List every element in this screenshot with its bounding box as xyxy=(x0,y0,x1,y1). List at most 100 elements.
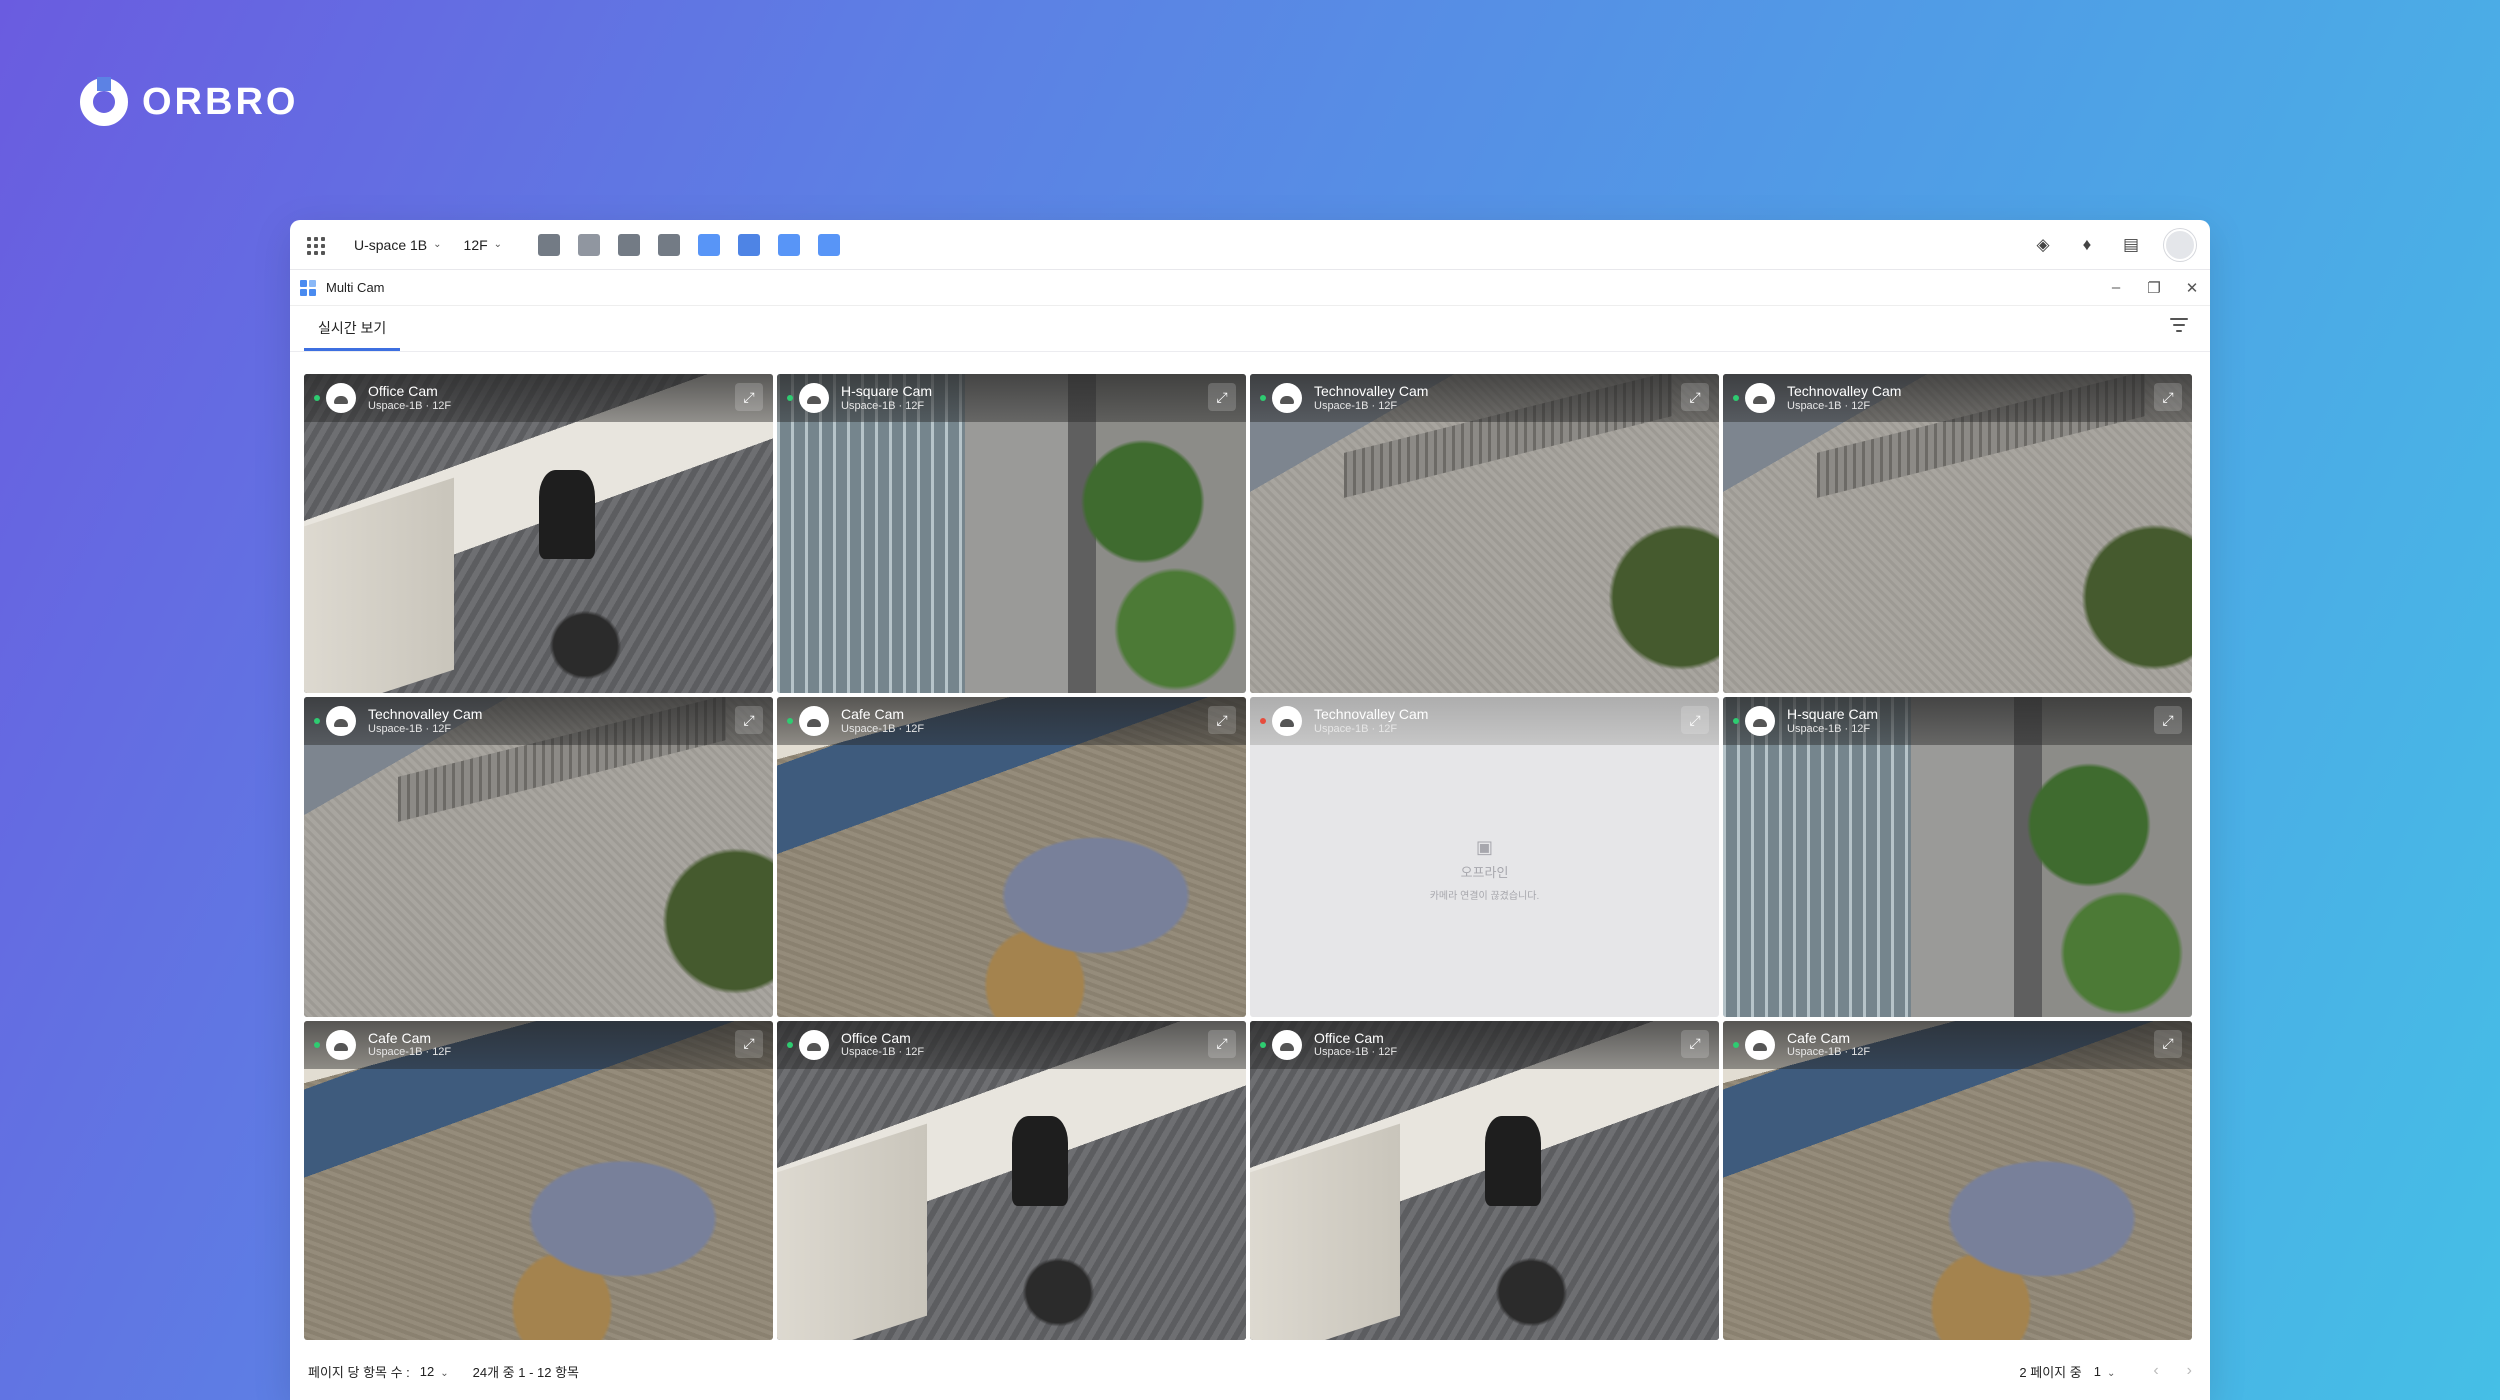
camera-header: Cafe Cam Uspace-1B · 12F ⤢ xyxy=(777,697,1246,746)
camera-location: Uspace-1B · 12F xyxy=(1787,399,1871,412)
status-dot xyxy=(1733,718,1739,725)
space-selector[interactable]: U-space 1B ⌄ xyxy=(354,237,442,253)
camera-tile[interactable]: Office Cam Uspace-1B · 12F ⤢ xyxy=(304,374,773,694)
camera-icon xyxy=(799,1029,829,1060)
expand-icon[interactable]: ⤢ xyxy=(2154,1029,2182,1058)
app-grid-icon[interactable] xyxy=(304,234,326,256)
status-dot xyxy=(1260,395,1266,401)
expand-icon[interactable]: ⤢ xyxy=(1208,1029,1236,1058)
camera-tile[interactable]: ▣ 오프라인 카메라 연결이 끊겼습니다. Technovalley Cam Uspac… xyxy=(1250,697,1719,1017)
chevron-down-icon: ⌄ xyxy=(493,239,503,250)
expand-icon[interactable]: ⤢ xyxy=(2154,706,2182,735)
panel-title: Multi Cam xyxy=(326,280,385,295)
status-dot xyxy=(314,718,320,725)
camera-header: H-square Cam Uspace-1B · 12F ⤢ xyxy=(1723,697,2192,746)
camera-icon xyxy=(1745,1029,1775,1060)
per-page-select[interactable]: 12 ⌄ xyxy=(420,1364,449,1379)
camera-tile[interactable]: Cafe Cam Uspace-1B · 12F ⤢ xyxy=(304,1020,773,1340)
tool-icon-group xyxy=(538,233,841,256)
camera-location: Uspace-1B · 12F xyxy=(368,399,452,412)
camera-location: Uspace-1B · 12F xyxy=(1314,723,1398,736)
camera-header: Office Cam Uspace-1B · 12F ⤢ xyxy=(1250,1020,1719,1069)
prev-page-icon[interactable]: ‹ xyxy=(2153,1362,2158,1380)
floor-selector-label: 12F xyxy=(463,236,488,253)
camera-header: Office Cam Uspace-1B · 12F ⤢ xyxy=(777,1020,1246,1069)
top-toolbar: U-space 1B ⌄ 12F ⌄ ◈ ♦ ▤ xyxy=(290,220,2210,270)
camera-tile[interactable]: Cafe Cam Uspace-1B · 12F ⤢ xyxy=(1723,1020,2192,1340)
pagination-footer: 페이지 당 항목 수 : 12 ⌄ 24개 중 1 - 12 항목 2 페이지 중… xyxy=(290,1342,2210,1400)
camera-name: Technovalley Cam xyxy=(1314,383,1429,399)
camera-name: H-square Cam xyxy=(841,383,933,399)
camera-location: Uspace-1B · 12F xyxy=(1787,1046,1871,1059)
floor-selector[interactable]: 12F ⌄ xyxy=(464,237,503,253)
camera-tile[interactable]: Office Cam Uspace-1B · 12F ⤢ xyxy=(777,1020,1246,1340)
close-icon[interactable]: ✕ xyxy=(2184,279,2200,297)
camera-name: Cafe Cam xyxy=(841,706,905,723)
camera-tile[interactable]: H-square Cam Uspace-1B · 12F ⤢ xyxy=(777,374,1246,694)
expand-icon[interactable]: ⤢ xyxy=(735,383,763,411)
status-dot xyxy=(1733,395,1739,401)
expand-icon[interactable]: ⤢ xyxy=(1681,706,1709,735)
camera-name: Office Cam xyxy=(1314,1029,1384,1046)
camera-header: Technovalley Cam Uspace-1B · 12F ⤢ xyxy=(1250,697,1719,746)
camera-header: Office Cam Uspace-1B · 12F ⤢ xyxy=(304,374,773,422)
camera-header: Cafe Cam Uspace-1B · 12F ⤢ xyxy=(1723,1020,2192,1069)
camera-icon xyxy=(1272,383,1302,413)
minimize-icon[interactable]: – xyxy=(2108,279,2124,296)
layers-icon[interactable]: ◈ xyxy=(2032,234,2054,256)
camera-tile[interactable]: Technovalley Cam Uspace-1B · 12F ⤢ xyxy=(1723,374,2192,694)
camera-location: Uspace-1B · 12F xyxy=(368,723,452,736)
expand-icon[interactable]: ⤢ xyxy=(1208,383,1236,411)
filter-icon[interactable] xyxy=(2170,318,2188,332)
current-page: 1 xyxy=(2093,1363,2101,1379)
expand-icon[interactable]: ⤢ xyxy=(1681,1029,1709,1058)
camera-header: Cafe Cam Uspace-1B · 12F ⤢ xyxy=(304,1020,773,1069)
brand-name: ORBRO xyxy=(142,80,299,123)
settings-icon[interactable] xyxy=(658,233,681,256)
cube-icon[interactable] xyxy=(578,233,601,256)
expand-icon[interactable]: ⤢ xyxy=(1208,706,1236,735)
per-page-label: 페이지 당 항목 수 : xyxy=(308,1364,410,1380)
multicam-icon[interactable] xyxy=(818,233,841,256)
chevron-down-icon: ⌄ xyxy=(433,239,442,250)
analytics-icon[interactable] xyxy=(698,233,721,256)
camera-location: Uspace-1B · 12F xyxy=(1787,723,1871,736)
next-page-icon[interactable]: › xyxy=(2187,1362,2192,1380)
bell-icon[interactable]: ♦ xyxy=(2076,234,2098,256)
layers-icon[interactable] xyxy=(738,233,761,256)
status-dot xyxy=(1260,718,1266,725)
camera-tile[interactable]: Technovalley Cam Uspace-1B · 12F ⤢ xyxy=(1250,374,1719,694)
camera-location: Uspace-1B · 12F xyxy=(841,723,925,736)
camera-tile[interactable]: Cafe Cam Uspace-1B · 12F ⤢ xyxy=(777,697,1246,1017)
camera-name: Office Cam xyxy=(841,1029,911,1046)
camera-location: Uspace-1B · 12F xyxy=(841,399,925,412)
chat-icon[interactable] xyxy=(778,233,801,256)
camera-name: Cafe Cam xyxy=(368,1029,432,1046)
expand-icon[interactable]: ⤢ xyxy=(735,1029,763,1058)
expand-icon[interactable]: ⤢ xyxy=(2154,383,2182,411)
range-text: 24개 중 1 - 12 항목 xyxy=(472,1364,580,1380)
camera-tile[interactable]: Office Cam Uspace-1B · 12F ⤢ xyxy=(1250,1020,1719,1340)
camera-location: Uspace-1B · 12F xyxy=(841,1046,925,1059)
status-dot xyxy=(787,395,793,401)
inbox-icon[interactable]: ▤ xyxy=(2120,234,2142,256)
restore-icon[interactable]: ❐ xyxy=(2146,279,2162,297)
camera-header: Technovalley Cam Uspace-1B · 12F ⤢ xyxy=(1723,374,2192,422)
expand-icon[interactable]: ⤢ xyxy=(1681,383,1709,411)
camera-name: H-square Cam xyxy=(1787,706,1879,723)
dashboard-icon[interactable] xyxy=(618,233,641,256)
camera-header: Technovalley Cam Uspace-1B · 12F ⤢ xyxy=(304,697,773,746)
camera-tile[interactable]: H-square Cam Uspace-1B · 12F ⤢ xyxy=(1723,697,2192,1017)
user-avatar[interactable] xyxy=(2164,228,2196,261)
camera-tile[interactable]: Technovalley Cam Uspace-1B · 12F ⤢ xyxy=(304,697,773,1017)
layout-icon[interactable] xyxy=(538,233,561,256)
tab-live-view[interactable]: 실시간 보기 xyxy=(304,318,401,351)
pages-text: 2 페이지 중 xyxy=(2019,1364,2082,1380)
expand-icon[interactable]: ⤢ xyxy=(735,706,763,735)
window-controls: – ❐ ✕ xyxy=(2108,279,2200,297)
camera-icon xyxy=(326,383,356,413)
camera-icon xyxy=(326,706,356,737)
page-select[interactable]: 1 ⌄ xyxy=(2094,1364,2116,1379)
camera-name: Technovalley Cam xyxy=(1314,706,1429,723)
space-selector-label: U-space 1B xyxy=(354,236,428,253)
